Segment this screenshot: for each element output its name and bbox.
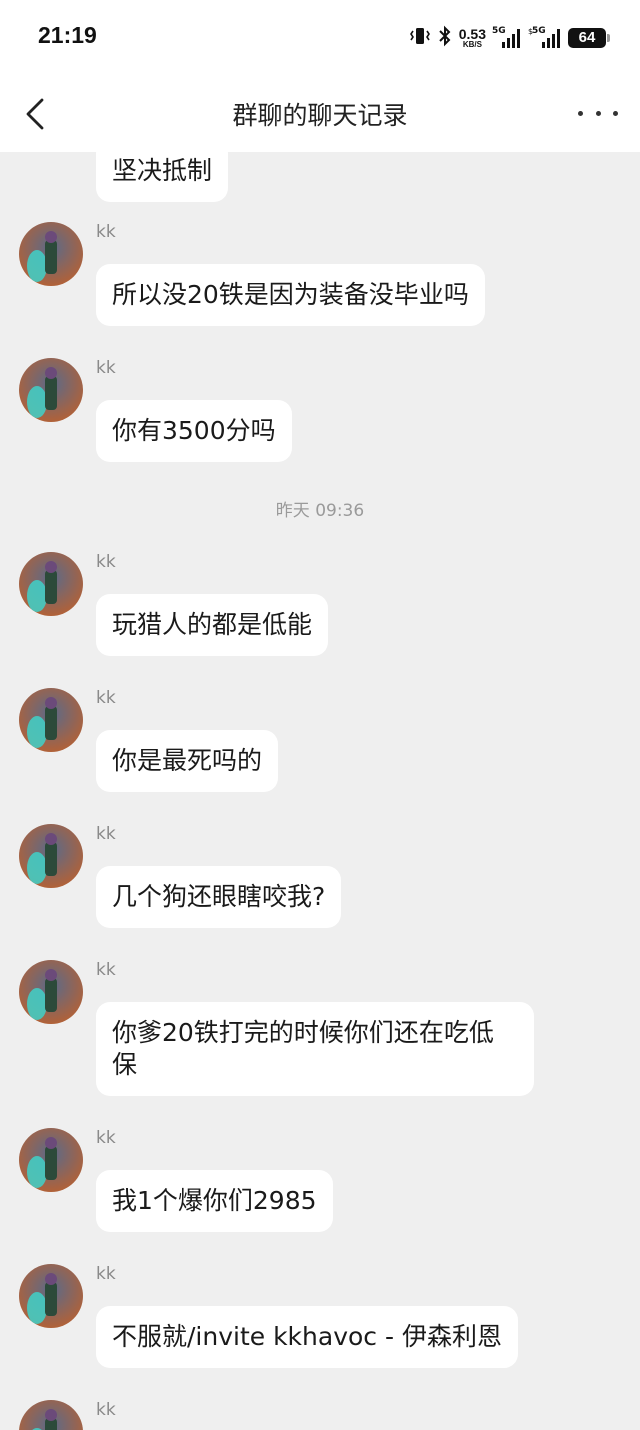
avatar[interactable] — [19, 1128, 83, 1192]
message-bubble[interactable]: 几个狗还眼瞎咬我? — [96, 866, 342, 928]
sender-name: kk — [96, 358, 116, 378]
message-bubble[interactable]: 你爹20铁打完的时候你们还在吃低保 — [96, 1002, 534, 1096]
svg-text:$: $ — [528, 27, 533, 36]
avatar[interactable] — [19, 960, 83, 1024]
sender-name: kk — [96, 688, 116, 708]
status-time: 21:19 — [38, 22, 97, 48]
avatar[interactable] — [19, 1264, 83, 1328]
sender-name: kk — [96, 222, 116, 242]
more-options-button[interactable] — [578, 98, 618, 128]
avatar[interactable] — [19, 358, 83, 422]
timestamp-divider: 昨天 09:36 — [275, 501, 365, 521]
bluetooth-icon — [437, 25, 453, 51]
nav-bar: 群聊的聊天记录 — [0, 76, 640, 152]
battery-indicator: 64 — [568, 28, 610, 48]
more-dot-icon — [613, 110, 618, 116]
more-dot-icon — [595, 110, 601, 116]
page-title: 群聊的聊天记录 — [232, 101, 408, 130]
vibrate-icon — [409, 25, 431, 51]
sender-name: kk — [96, 552, 116, 572]
avatar[interactable] — [19, 688, 83, 752]
sender-name: kk — [96, 1128, 116, 1148]
chevron-left-icon — [26, 98, 44, 130]
signal-5g-icon: 5G — [492, 26, 522, 50]
back-button[interactable] — [18, 94, 58, 134]
network-speed-unit: KB/S — [462, 39, 482, 49]
message-bubble[interactable]: 你是最死吗的 — [96, 730, 279, 792]
avatar[interactable] — [19, 824, 83, 888]
sender-name: kk — [96, 960, 116, 980]
signal-5g-icon-2: 5G $ — [528, 26, 562, 50]
sender-name: kk — [96, 1400, 116, 1420]
status-bar: 21:19 0.53 KB/S 5G 5G $ 64 — [0, 0, 640, 76]
message-bubble[interactable]: 你有3500分吗 — [96, 400, 292, 462]
avatar[interactable] — [19, 222, 83, 286]
sender-name: kk — [96, 824, 116, 844]
status-icons: 0.53 KB/S 5G 5G $ 64 — [409, 24, 610, 52]
network-speed: 0.53 KB/S — [459, 27, 486, 49]
sender-name: kk — [96, 1264, 116, 1284]
avatar[interactable] — [19, 1400, 83, 1430]
message-bubble[interactable]: 不服就/invite kkhavoc - 伊森利恩 — [96, 1306, 518, 1368]
message-bubble[interactable]: 玩猎人的都是低能 — [96, 594, 329, 656]
message-bubble[interactable]: 我1个爆你们2985 — [96, 1170, 333, 1232]
message-bubble[interactable]: 坚决抵制 — [96, 152, 229, 202]
message-bubble[interactable]: 所以没20铁是因为装备没毕业吗 — [96, 264, 485, 326]
more-dot-icon — [578, 110, 583, 116]
chat-history[interactable]: 坚决抵制 kk 所以没20铁是因为装备没毕业吗 kk 你有3500分吗 昨天 0… — [0, 152, 640, 1430]
avatar[interactable] — [19, 552, 83, 616]
